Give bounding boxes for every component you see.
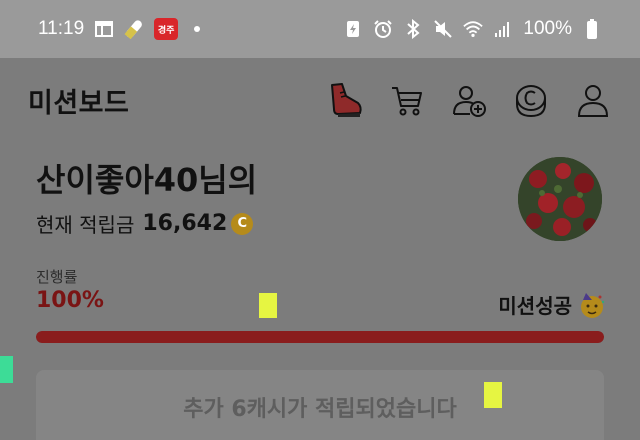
battery-icon [582, 19, 602, 39]
alarm-icon [373, 19, 393, 39]
status-bar: 11:19 경주 100% [0, 0, 640, 58]
wifi-icon [463, 19, 484, 39]
battery-percent: 100% [523, 18, 572, 39]
profile-icon[interactable] [574, 81, 612, 119]
mission-success: 미션성공 [498, 290, 606, 319]
calendar-grid-icon [94, 19, 114, 39]
notification-dot-icon [194, 26, 201, 32]
reward-message: 추가 6캐시가 적립되었습니다 [183, 397, 457, 422]
reward-card[interactable]: 추가 6캐시가 적립되었습니다 [36, 370, 604, 440]
balance-label: 현재 적립금 [36, 213, 135, 237]
balance-value: 16,642 [142, 211, 228, 236]
coin-history-icon[interactable] [512, 81, 550, 119]
profile-section: 산이좋아40님의 현재 적립금 16,642 C [36, 155, 606, 245]
shoe-icon[interactable] [326, 81, 364, 119]
progress-bar [36, 331, 604, 343]
signal-icon [493, 19, 513, 39]
avatar[interactable] [518, 157, 602, 241]
touch-marker [0, 356, 13, 383]
page-title: 미션보드 [28, 87, 130, 119]
pill-icon [124, 19, 144, 39]
progress-label: 진행률 [36, 268, 78, 286]
header-icons [326, 81, 612, 119]
cart-icon[interactable] [388, 81, 426, 119]
status-time: 11:19 [38, 18, 85, 39]
progress-bar-fill [36, 331, 604, 343]
battery-saver-icon [343, 19, 363, 39]
progress-value: 100% [36, 288, 104, 313]
party-face-icon [578, 291, 606, 319]
add-user-icon[interactable] [450, 81, 488, 119]
rose-avatar-image [518, 157, 602, 241]
coin-icon: C [231, 212, 254, 235]
bluetooth-icon [403, 19, 423, 39]
mission-success-label: 미션성공 [498, 294, 572, 318]
touch-marker [484, 382, 502, 408]
header: 미션보드 [0, 58, 640, 142]
mute-icon [433, 19, 453, 39]
app-badge-icon: 경주 [154, 18, 179, 40]
touch-marker [259, 293, 277, 318]
